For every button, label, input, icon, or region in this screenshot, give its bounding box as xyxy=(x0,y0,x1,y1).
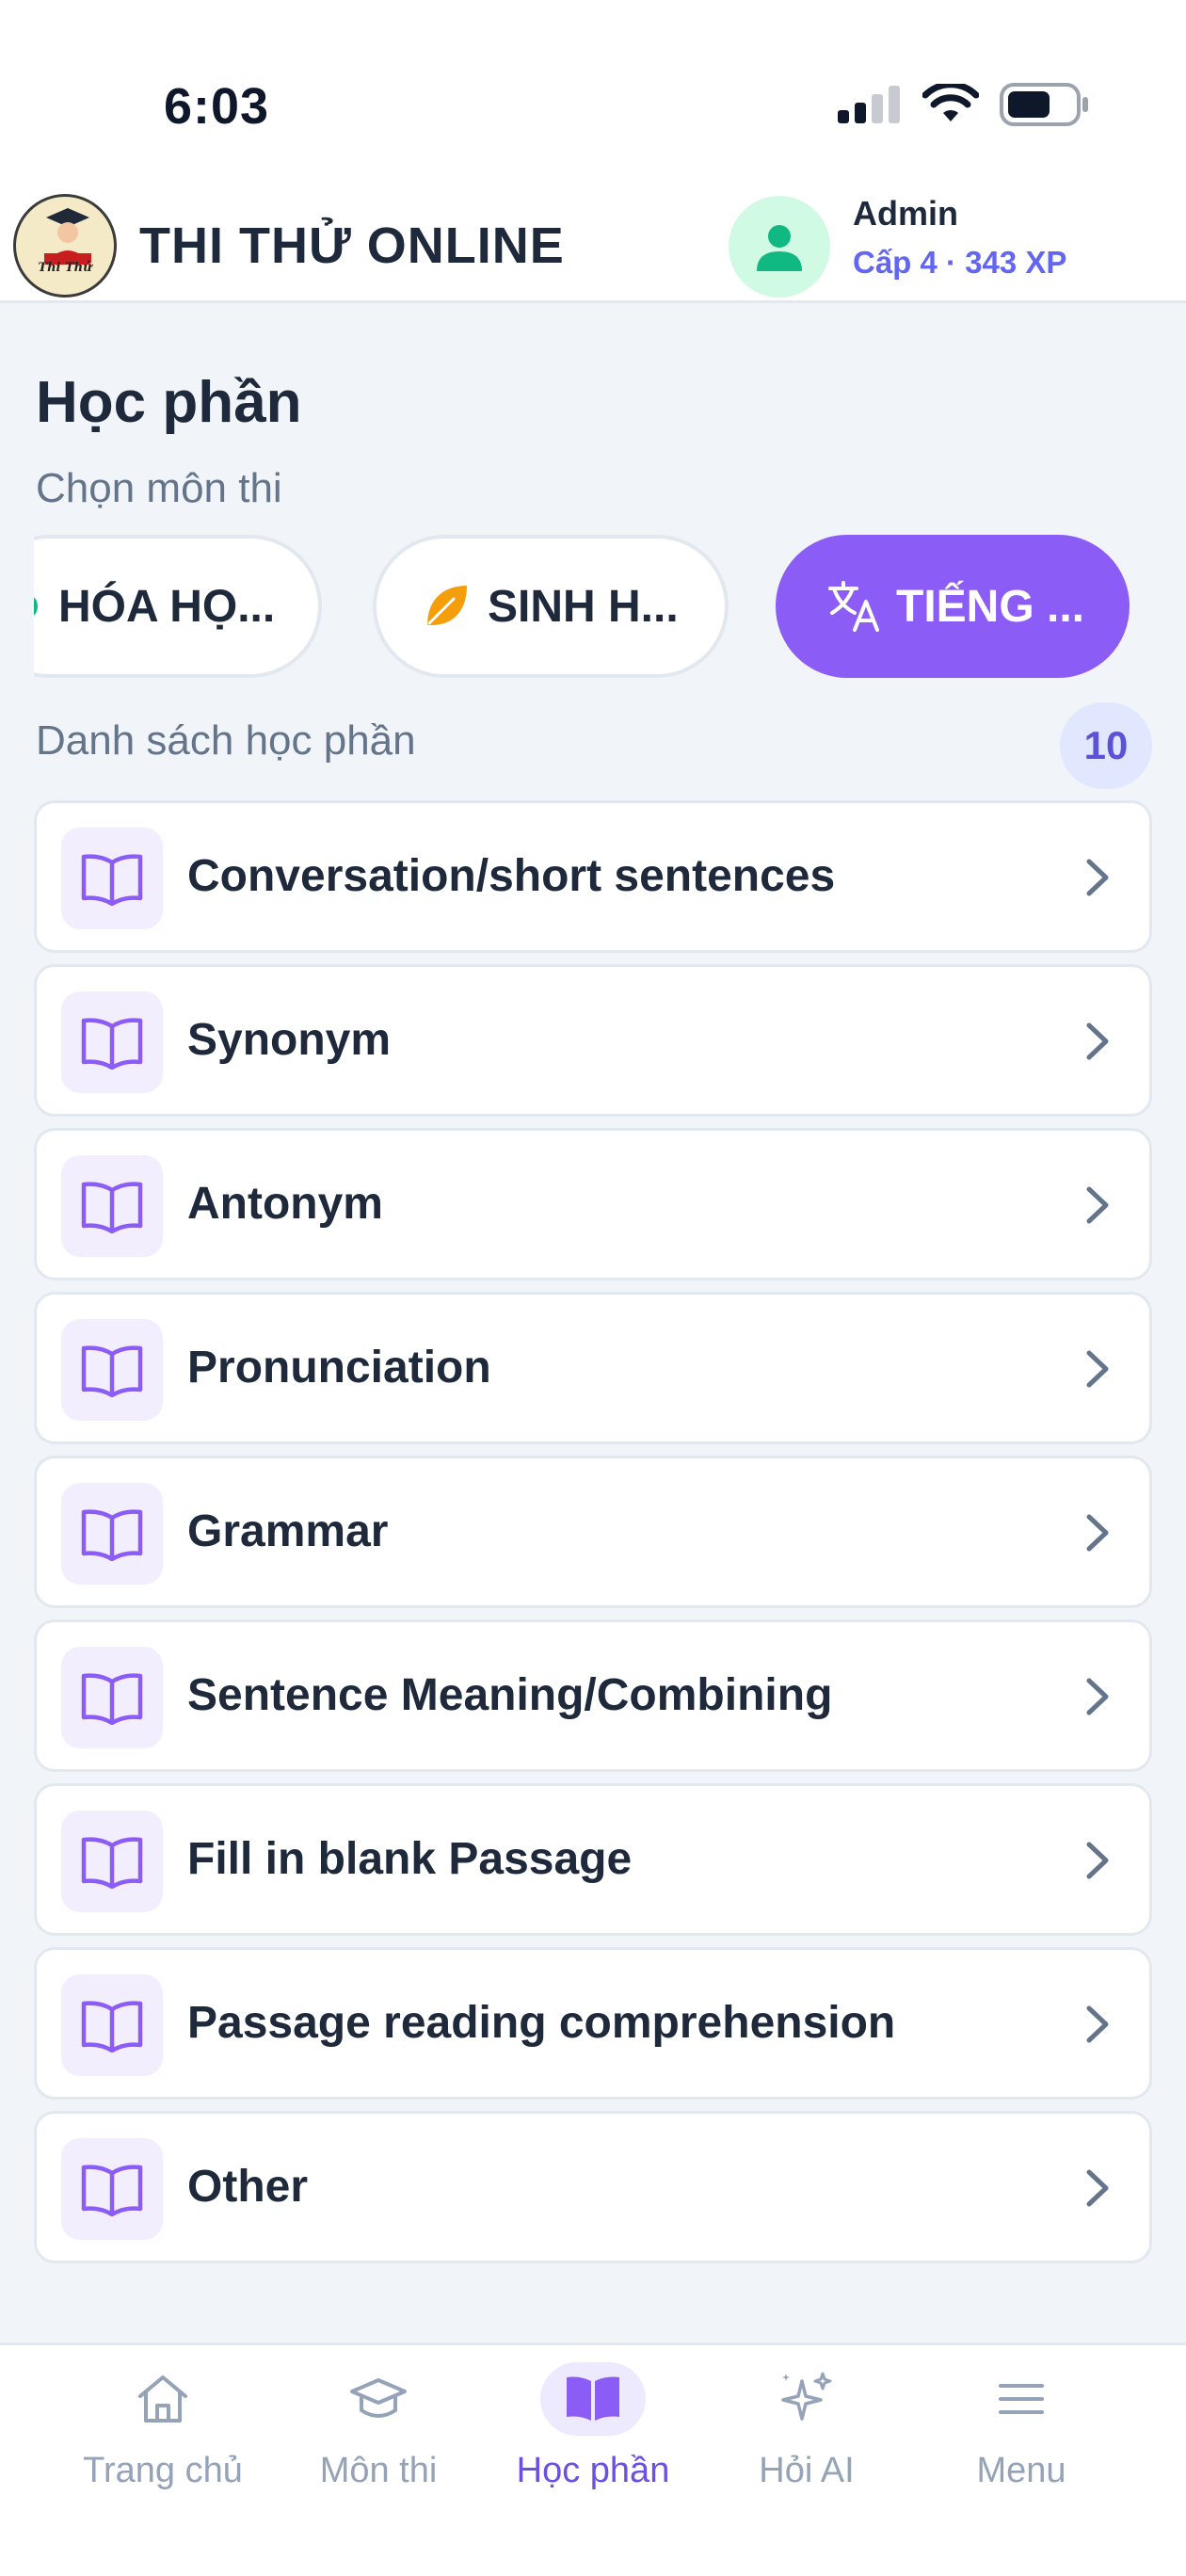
chevron-right-icon xyxy=(1086,2169,1109,2207)
sparkles-icon xyxy=(781,2372,832,2421)
user-icon xyxy=(757,225,802,271)
nav-item-subjects[interactable]: Môn thi xyxy=(270,2345,487,2576)
open-book-icon xyxy=(81,2165,143,2216)
nav-label: Menu xyxy=(976,2451,1066,2490)
open-book-icon xyxy=(81,1837,143,1889)
module-label: Synonym xyxy=(187,1015,392,1065)
chevron-right-icon xyxy=(1086,1842,1109,1879)
module-item[interactable]: Fill in blank Passage xyxy=(34,1783,1152,1936)
nav-item-menu[interactable]: Menu xyxy=(913,2345,1130,2576)
module-label: Grammar xyxy=(187,1506,389,1556)
user-name: Admin xyxy=(853,194,958,233)
subject-chip-label: TIẾNG ... xyxy=(896,581,1085,632)
open-book-icon xyxy=(81,1182,143,1233)
module-icon xyxy=(61,1155,163,1257)
module-icon xyxy=(61,1483,163,1585)
chevron-right-icon xyxy=(1086,2005,1109,2043)
chevron-right-icon xyxy=(1086,1514,1109,1552)
module-label: Antonym xyxy=(187,1179,383,1229)
subject-chip-label: HÓA HỌ... xyxy=(58,581,276,632)
module-item[interactable]: Pronunciation xyxy=(34,1292,1152,1444)
nav-icon-wrap xyxy=(326,2362,431,2436)
user-level: Cấp 4 · 343 XP xyxy=(853,245,1067,280)
app-logo[interactable]: Thi Thử xyxy=(13,194,117,298)
book-icon xyxy=(567,2376,619,2421)
nav-icon-wrap xyxy=(540,2362,646,2436)
graduation-cap-icon xyxy=(350,2378,407,2418)
open-book-icon xyxy=(81,2001,143,2053)
nav-icon-wrap xyxy=(754,2362,859,2436)
nav-item-modules[interactable]: Học phần xyxy=(485,2345,701,2576)
menu-icon xyxy=(999,2384,1044,2414)
module-label: Sentence Meaning/Combining xyxy=(187,1670,833,1720)
nav-item-home[interactable]: Trang chủ xyxy=(55,2345,271,2576)
subject-chip-biology[interactable]: SINH H... xyxy=(373,535,729,678)
module-count-badge: 10 xyxy=(1060,702,1152,789)
module-item[interactable]: Passage reading comprehension xyxy=(34,1947,1152,2100)
module-list-label: Danh sách học phần xyxy=(36,717,416,764)
module-item[interactable]: Antonym xyxy=(34,1128,1152,1280)
chevron-right-icon xyxy=(1086,1186,1109,1224)
app-header: Thi Thử THI THỬ ONLINE Admin Cấp 4 · 343… xyxy=(0,188,1186,303)
chevron-right-icon xyxy=(1086,1022,1109,1060)
module-item[interactable]: Sentence Meaning/Combining xyxy=(34,1619,1152,1772)
module-icon xyxy=(61,2138,163,2240)
open-book-icon xyxy=(81,1509,143,1561)
logo-text: Thi Thử xyxy=(38,261,92,275)
module-item[interactable]: Grammar xyxy=(34,1456,1152,1608)
battery-icon xyxy=(1000,83,1088,126)
status-time: 6:03 xyxy=(164,78,270,135)
translate-icon xyxy=(828,581,879,632)
module-item[interactable]: Other xyxy=(34,2111,1152,2263)
subject-chip-chemistry[interactable]: HÓA HỌ... xyxy=(34,535,322,678)
chevron-right-icon xyxy=(1086,1678,1109,1715)
open-book-icon xyxy=(81,854,143,906)
module-label: Other xyxy=(187,2162,309,2212)
module-icon xyxy=(61,991,163,1093)
nav-label: Hỏi AI xyxy=(759,2451,855,2490)
flask-icon xyxy=(34,597,38,616)
nav-label: Môn thi xyxy=(319,2451,438,2490)
app-title: THI THỬ ONLINE xyxy=(139,217,565,274)
nav-label: Học phần xyxy=(516,2451,670,2490)
module-item[interactable]: Synonym xyxy=(34,964,1152,1117)
module-icon xyxy=(61,1974,163,2076)
nav-item-ask-ai[interactable]: Hỏi AI xyxy=(698,2345,915,2576)
graduate-logo-icon xyxy=(44,208,91,265)
module-icon xyxy=(61,1319,163,1421)
app-root: 6:03 Thi Thử THI THỬ ONLINE Admin Cấp 4 … xyxy=(0,0,1186,2576)
avatar[interactable] xyxy=(729,196,830,298)
status-icons xyxy=(838,83,1090,126)
bottom-nav: Trang chủ Môn thi Học phần Hỏi AI Menu xyxy=(0,2343,1186,2576)
nav-label: Trang chủ xyxy=(83,2451,243,2490)
module-label: Conversation/short sentences xyxy=(187,851,836,901)
page-title: Học phần xyxy=(36,370,302,435)
leaf-icon xyxy=(427,586,467,625)
module-label: Passage reading comprehension xyxy=(187,1998,896,2048)
nav-icon-wrap xyxy=(969,2362,1074,2436)
subject-chip-scroller[interactable]: HÓA HỌ... SINH H... TIẾNG ... xyxy=(34,535,1186,682)
nav-icon-wrap xyxy=(110,2362,216,2436)
status-bar: 6:03 xyxy=(0,0,1186,188)
open-book-icon xyxy=(81,1673,143,1725)
open-book-icon xyxy=(81,1018,143,1070)
chevron-right-icon xyxy=(1086,1350,1109,1388)
subject-label: Chọn môn thi xyxy=(36,465,282,511)
open-book-icon xyxy=(81,1345,143,1397)
signal-icon xyxy=(838,86,900,123)
wifi-icon xyxy=(922,84,979,121)
home-icon xyxy=(138,2375,187,2423)
module-icon xyxy=(61,1811,163,1912)
module-icon xyxy=(61,828,163,929)
subject-chip-english[interactable]: TIẾNG ... xyxy=(776,535,1130,678)
module-label: Pronunciation xyxy=(187,1343,491,1393)
module-label: Fill in blank Passage xyxy=(187,1834,633,1884)
module-icon xyxy=(61,1647,163,1748)
chevron-right-icon xyxy=(1086,859,1109,896)
subject-chip-label: SINH H... xyxy=(488,581,679,632)
module-item[interactable]: Conversation/short sentences xyxy=(34,800,1152,953)
